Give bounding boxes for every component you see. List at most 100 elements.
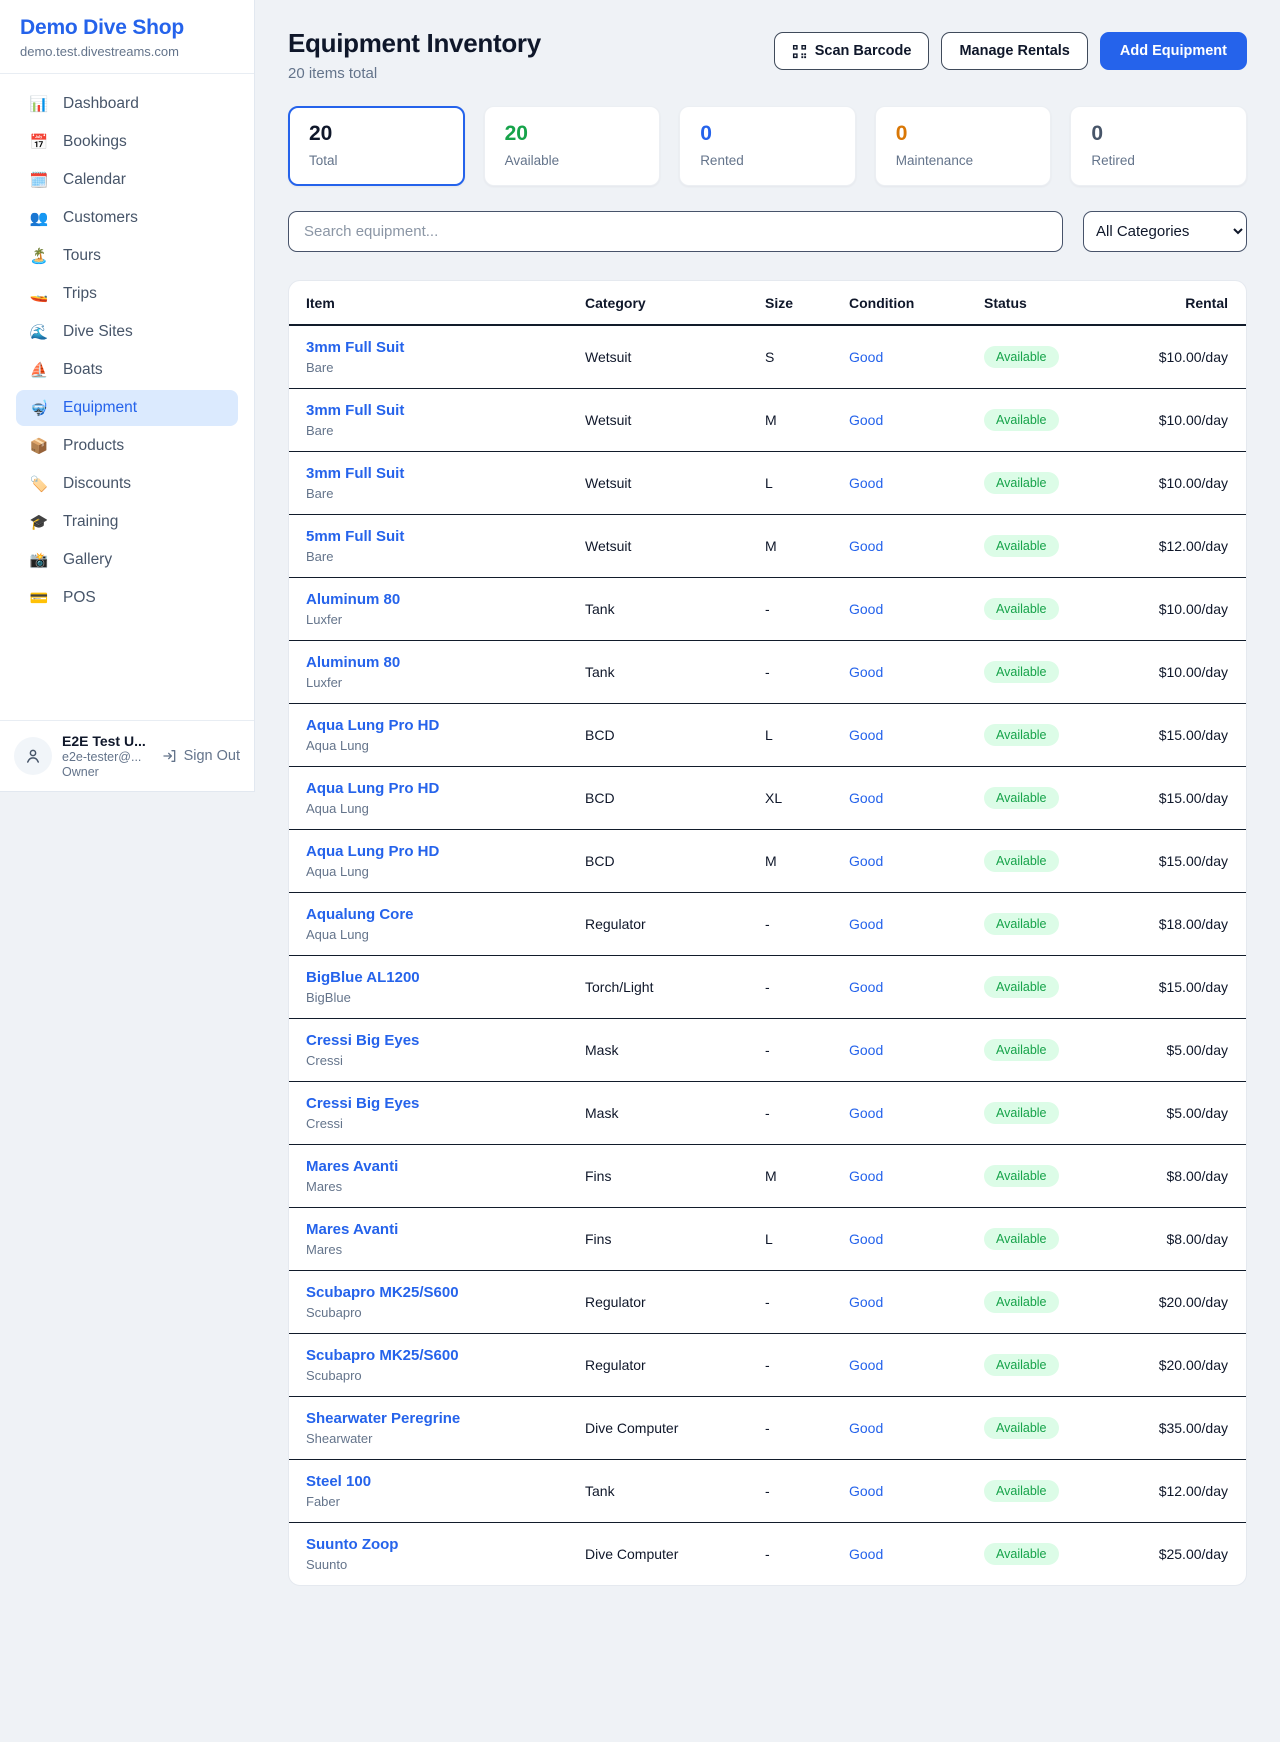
add-equipment-button[interactable]: Add Equipment	[1100, 32, 1247, 70]
item-name-link[interactable]: Aluminum 80	[306, 591, 585, 608]
equipment-table: ItemCategorySizeConditionStatusRental 3m…	[289, 281, 1246, 1585]
condition-link[interactable]: Good	[849, 1420, 883, 1436]
cell-condition: Good	[849, 767, 984, 830]
condition-link[interactable]: Good	[849, 538, 883, 554]
sidebar-item-discounts[interactable]: 🏷️Discounts	[16, 466, 238, 502]
condition-link[interactable]: Good	[849, 1105, 883, 1121]
header-actions: Scan Barcode Manage Rentals Add Equipmen…	[774, 32, 1247, 70]
cell-item: Aluminum 80 Luxfer	[289, 578, 585, 641]
sidebar-item-dive-sites[interactable]: 🌊Dive Sites	[16, 314, 238, 350]
table-row: Aqualung CoreAqua LungRegulator-GoodAvai…	[289, 893, 1246, 956]
condition-link[interactable]: Good	[849, 412, 883, 428]
condition-link[interactable]: Good	[849, 601, 883, 617]
cell-condition: Good	[849, 830, 984, 893]
condition-link[interactable]: Good	[849, 916, 883, 932]
item-name-link[interactable]: 3mm Full Suit	[306, 402, 585, 419]
item-name-link[interactable]: Scubapro MK25/S600	[306, 1284, 585, 1301]
scan-barcode-button[interactable]: Scan Barcode	[774, 32, 930, 70]
stat-card-maintenance[interactable]: 0Maintenance	[875, 106, 1052, 186]
status-badge: Available	[984, 409, 1059, 431]
condition-link[interactable]: Good	[849, 1357, 883, 1373]
cell-category: Regulator	[585, 1271, 765, 1334]
cell-size: -	[765, 1334, 849, 1397]
condition-link[interactable]: Good	[849, 664, 883, 680]
condition-link[interactable]: Good	[849, 790, 883, 806]
item-name-link[interactable]: Aqualung Core	[306, 906, 585, 923]
condition-link[interactable]: Good	[849, 1546, 883, 1562]
item-name-link[interactable]: Steel 100	[306, 1473, 585, 1490]
sidebar-item-training[interactable]: 🎓Training	[16, 504, 238, 540]
item-name-link[interactable]: 3mm Full Suit	[306, 465, 585, 482]
condition-link[interactable]: Good	[849, 1294, 883, 1310]
item-name-link[interactable]: Aqua Lung Pro HD	[306, 780, 585, 797]
cell-rental: $12.00/day	[1139, 1460, 1246, 1523]
sidebar-item-customers[interactable]: 👥Customers	[16, 200, 238, 236]
item-name-link[interactable]: Aqua Lung Pro HD	[306, 843, 585, 860]
sidebar-item-bookings[interactable]: 📅Bookings	[16, 124, 238, 160]
condition-link[interactable]: Good	[849, 1042, 883, 1058]
condition-link[interactable]: Good	[849, 475, 883, 491]
item-name-link[interactable]: Shearwater Peregrine	[306, 1410, 585, 1427]
item-name-link[interactable]: Mares Avanti	[306, 1221, 585, 1238]
item-brand: Aqua Lung	[306, 738, 585, 753]
item-name-link[interactable]: 5mm Full Suit	[306, 528, 585, 545]
category-select[interactable]: All Categories	[1083, 211, 1247, 252]
condition-link[interactable]: Good	[849, 727, 883, 743]
condition-link[interactable]: Good	[849, 1483, 883, 1499]
sign-out-button[interactable]: Sign Out	[162, 748, 240, 764]
stat-card-retired[interactable]: 0Retired	[1070, 106, 1247, 186]
cell-item: Aluminum 80Luxfer	[289, 641, 585, 704]
cell-rental: $15.00/day	[1139, 830, 1246, 893]
stat-card-available[interactable]: 20Available	[484, 106, 661, 186]
item-name-link[interactable]: 3mm Full Suit	[306, 339, 585, 356]
item-name-link[interactable]: BigBlue AL1200	[306, 969, 585, 986]
search-input[interactable]	[288, 211, 1063, 252]
sidebar-item-boats[interactable]: ⛵Boats	[16, 352, 238, 388]
cell-category: Wetsuit	[585, 452, 765, 515]
cell-category: Tank	[585, 578, 765, 641]
condition-link[interactable]: Good	[849, 1231, 883, 1247]
condition-link[interactable]: Good	[849, 853, 883, 869]
item-brand: Bare	[306, 423, 585, 438]
calendar-icon: 📅	[28, 133, 50, 151]
sidebar-item-products[interactable]: 📦Products	[16, 428, 238, 464]
item-name-link[interactable]: Aqua Lung Pro HD	[306, 717, 585, 734]
item-name-link[interactable]: Scubapro MK25/S600	[306, 1347, 585, 1364]
status-badge: Available	[984, 1354, 1059, 1376]
sidebar-item-calendar[interactable]: 🗓️Calendar	[16, 162, 238, 198]
cell-status: Available	[984, 1334, 1139, 1397]
manage-rentals-button[interactable]: Manage Rentals	[941, 32, 1087, 70]
sidebar-item-pos[interactable]: 💳POS	[16, 580, 238, 616]
cell-item: Aqua Lung Pro HDAqua Lung	[289, 767, 585, 830]
item-name-link[interactable]: Cressi Big Eyes	[306, 1095, 585, 1112]
cell-rental: $8.00/day	[1139, 1145, 1246, 1208]
sidebar-item-gallery[interactable]: 📸Gallery	[16, 542, 238, 578]
cell-item: Scubapro MK25/S600Scubapro	[289, 1334, 585, 1397]
item-name-link[interactable]: Suunto Zoop	[306, 1536, 585, 1553]
cell-rental: $10.00/day	[1139, 452, 1246, 515]
cell-size: M	[765, 830, 849, 893]
sidebar-item-trips[interactable]: 🚤Trips	[16, 276, 238, 312]
main-content: Equipment Inventory 20 items total Scan …	[255, 0, 1280, 1616]
stat-card-rented[interactable]: 0Rented	[679, 106, 856, 186]
item-name-link[interactable]: Aluminum 80	[306, 654, 585, 671]
condition-link[interactable]: Good	[849, 349, 883, 365]
person-icon	[24, 747, 42, 765]
stat-card-total[interactable]: 20Total	[288, 106, 465, 186]
condition-link[interactable]: Good	[849, 1168, 883, 1184]
cell-rental: $5.00/day	[1139, 1082, 1246, 1145]
item-name-link[interactable]: Cressi Big Eyes	[306, 1032, 585, 1049]
item-name-link[interactable]: Mares Avanti	[306, 1158, 585, 1175]
item-brand: Luxfer	[306, 612, 585, 627]
cell-status: Available	[984, 1208, 1139, 1271]
sidebar-item-dashboard[interactable]: 📊Dashboard	[16, 86, 238, 122]
stat-label: Retired	[1091, 153, 1226, 168]
cell-size: -	[765, 1523, 849, 1586]
sidebar-item-equipment[interactable]: 🤿Equipment	[16, 390, 238, 426]
table-row: Aqua Lung Pro HDAqua LungBCDMGoodAvailab…	[289, 830, 1246, 893]
condition-link[interactable]: Good	[849, 979, 883, 995]
avatar	[14, 737, 52, 775]
brand-title[interactable]: Demo Dive Shop	[20, 16, 234, 40]
sidebar-item-tours[interactable]: 🏝️Tours	[16, 238, 238, 274]
cell-size: -	[765, 1082, 849, 1145]
